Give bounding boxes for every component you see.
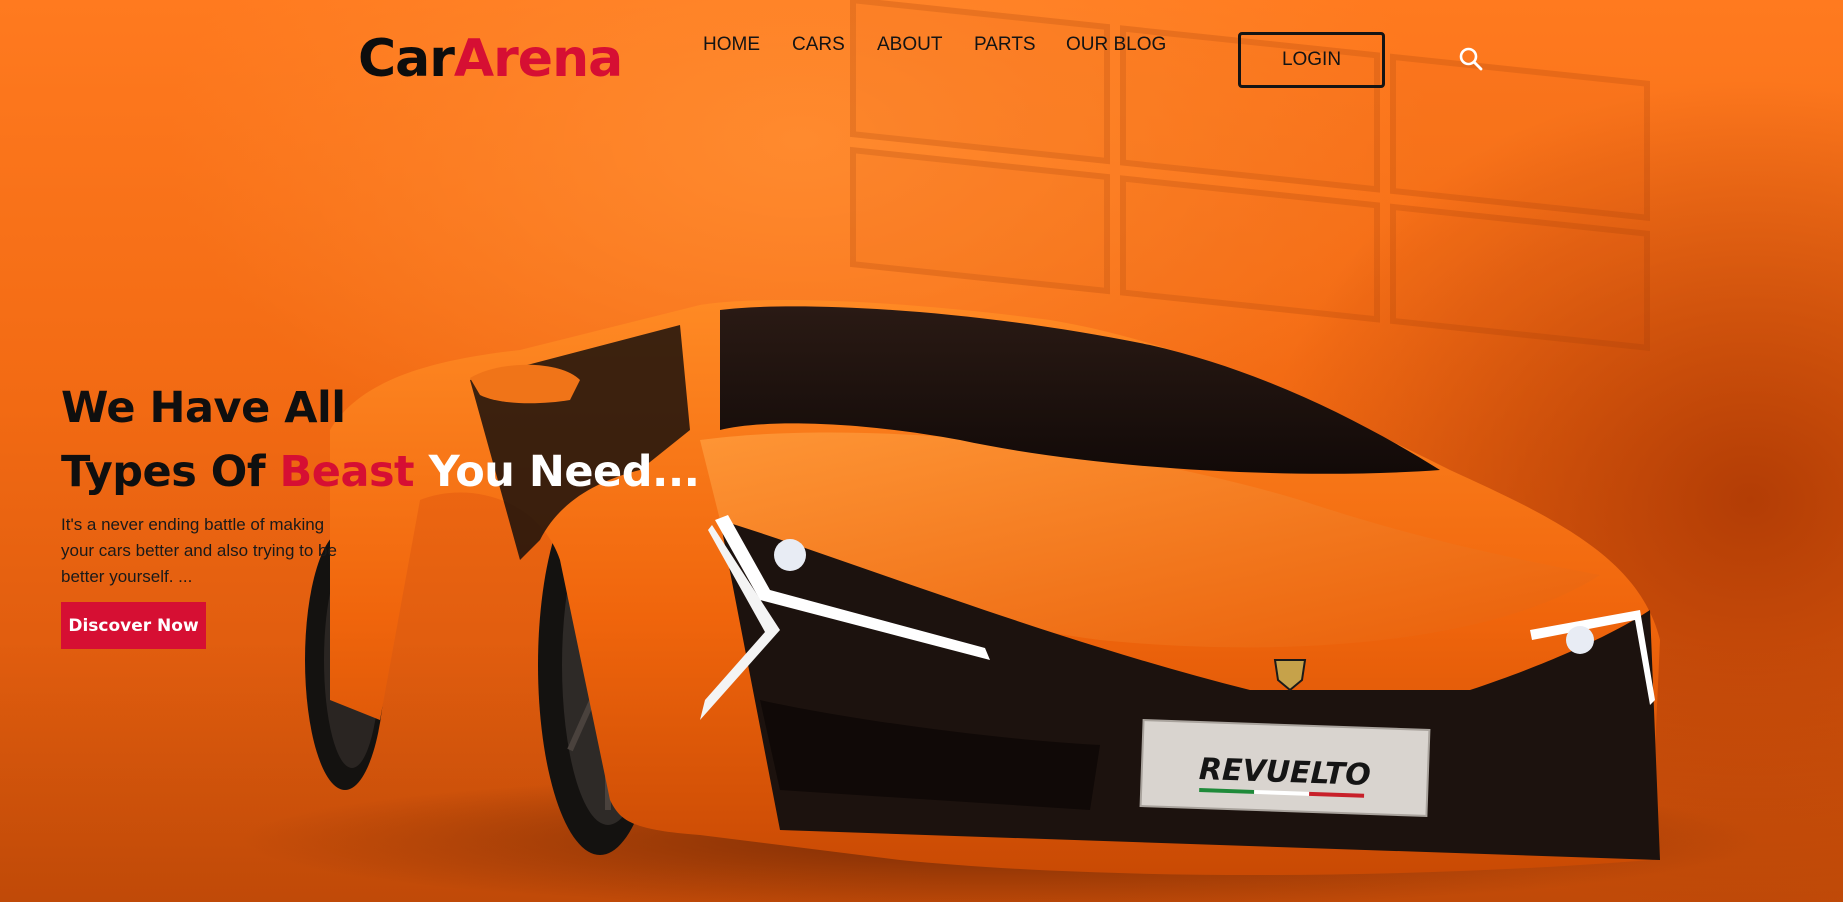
nav-item-about[interactable]: ABOUT — [877, 34, 942, 56]
logo-part-arena: Arena — [453, 29, 623, 89]
hero-title-line2-end: You Need... — [414, 447, 700, 497]
search-button[interactable] — [1458, 46, 1484, 72]
hero-page: REVUELTO CarArena HOME CARS ABOUT PARTS … — [0, 0, 1843, 902]
logo-part-car: Car — [358, 29, 455, 89]
nav-item-our-blog[interactable]: OUR BLOG — [1066, 34, 1166, 56]
hero-title: We Have All Types Of Beast You Need... — [61, 376, 700, 504]
nav-item-home[interactable]: HOME — [703, 34, 760, 56]
login-button[interactable]: LOGIN — [1238, 32, 1385, 88]
brand-logo[interactable]: CarArena — [358, 26, 623, 92]
license-plate-text: REVUELTO — [1198, 752, 1371, 793]
hero-title-highlight: Beast — [279, 447, 415, 497]
nav-item-cars[interactable]: CARS — [792, 34, 845, 56]
hero-subtitle: It's a never ending battle of making you… — [61, 515, 337, 586]
hero-title-line2-start: Types Of — [61, 447, 280, 497]
discover-now-button[interactable]: Discover Now — [61, 602, 206, 649]
hero-title-line1: We Have All — [61, 383, 346, 433]
nav-item-parts[interactable]: PARTS — [974, 34, 1036, 56]
search-icon — [1459, 47, 1483, 71]
